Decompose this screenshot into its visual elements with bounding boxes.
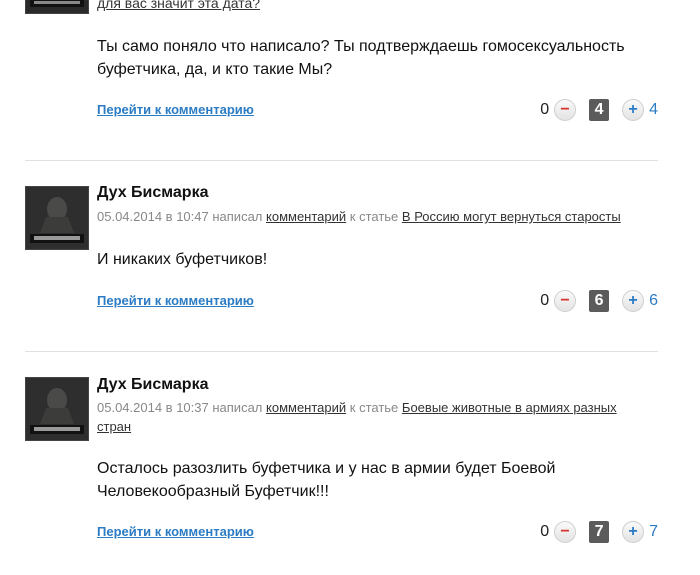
wrote-label: написал (212, 400, 263, 415)
vote-widget: 0 − 7 + 7 (540, 521, 658, 543)
minus-count: 0 (540, 523, 550, 540)
goto-comment-link[interactable]: Перейти к комментарию (97, 293, 254, 308)
plus-count: 7 (649, 523, 658, 540)
author-name[interactable]: Дух Бисмарка (97, 376, 208, 394)
score-badge: 6 (589, 290, 610, 312)
to-article-label: к статье (349, 209, 399, 224)
plus-circle-icon[interactable]: + (622, 99, 645, 121)
vote-widget: 0 − 6 + 6 (540, 290, 658, 312)
comment-text: Осталось разозлить буфетчика и у нас в а… (97, 460, 556, 500)
score-badge: 7 (589, 521, 610, 543)
comment-text: Ты само поняло что написало? Ты подтверж… (97, 38, 625, 78)
goto-comment-link[interactable]: Перейти к комментарию (97, 102, 254, 117)
score-badge: 4 (589, 99, 610, 121)
goto-comment-link[interactable]: Перейти к комментарию (97, 524, 254, 539)
article-link[interactable]: для вас значит эта дата? (97, 0, 260, 13)
minus-circle-icon[interactable]: − (554, 521, 577, 543)
plus-count: 6 (649, 292, 658, 309)
minus-circle-icon[interactable]: − (554, 290, 577, 312)
comment-link[interactable]: комментарий (266, 209, 346, 224)
divider (25, 351, 658, 352)
avatar[interactable] (25, 0, 89, 14)
minus-count: 0 (540, 101, 550, 118)
avatar[interactable] (25, 377, 89, 441)
article-link[interactable]: В Россию могут вернуться старосты (402, 209, 621, 224)
author-name[interactable]: Дух Бисмарка (97, 184, 208, 202)
plus-circle-icon[interactable]: + (622, 290, 645, 312)
to-article-label: к статье (349, 400, 399, 415)
avatar[interactable] (25, 186, 89, 250)
comment-meta: 05.04.2014 в 10:47 написал комментарий к… (97, 207, 657, 226)
comment-text: И никаких буфетчиков! (97, 251, 268, 268)
wrote-label: написал (212, 209, 263, 224)
comment-date: 05.04.2014 в 10:37 (97, 400, 209, 415)
comment-link[interactable]: комментарий (266, 400, 346, 415)
plus-count: 4 (649, 101, 658, 118)
comment-date: 05.04.2014 в 10:47 (97, 209, 209, 224)
minus-count: 0 (540, 292, 550, 309)
plus-circle-icon[interactable]: + (622, 521, 645, 543)
divider (25, 160, 658, 161)
vote-widget: 0 − 4 + 4 (540, 99, 658, 121)
comment-meta: 05.04.2014 в 10:37 написал комментарий к… (97, 398, 642, 436)
minus-circle-icon[interactable]: − (554, 99, 577, 121)
